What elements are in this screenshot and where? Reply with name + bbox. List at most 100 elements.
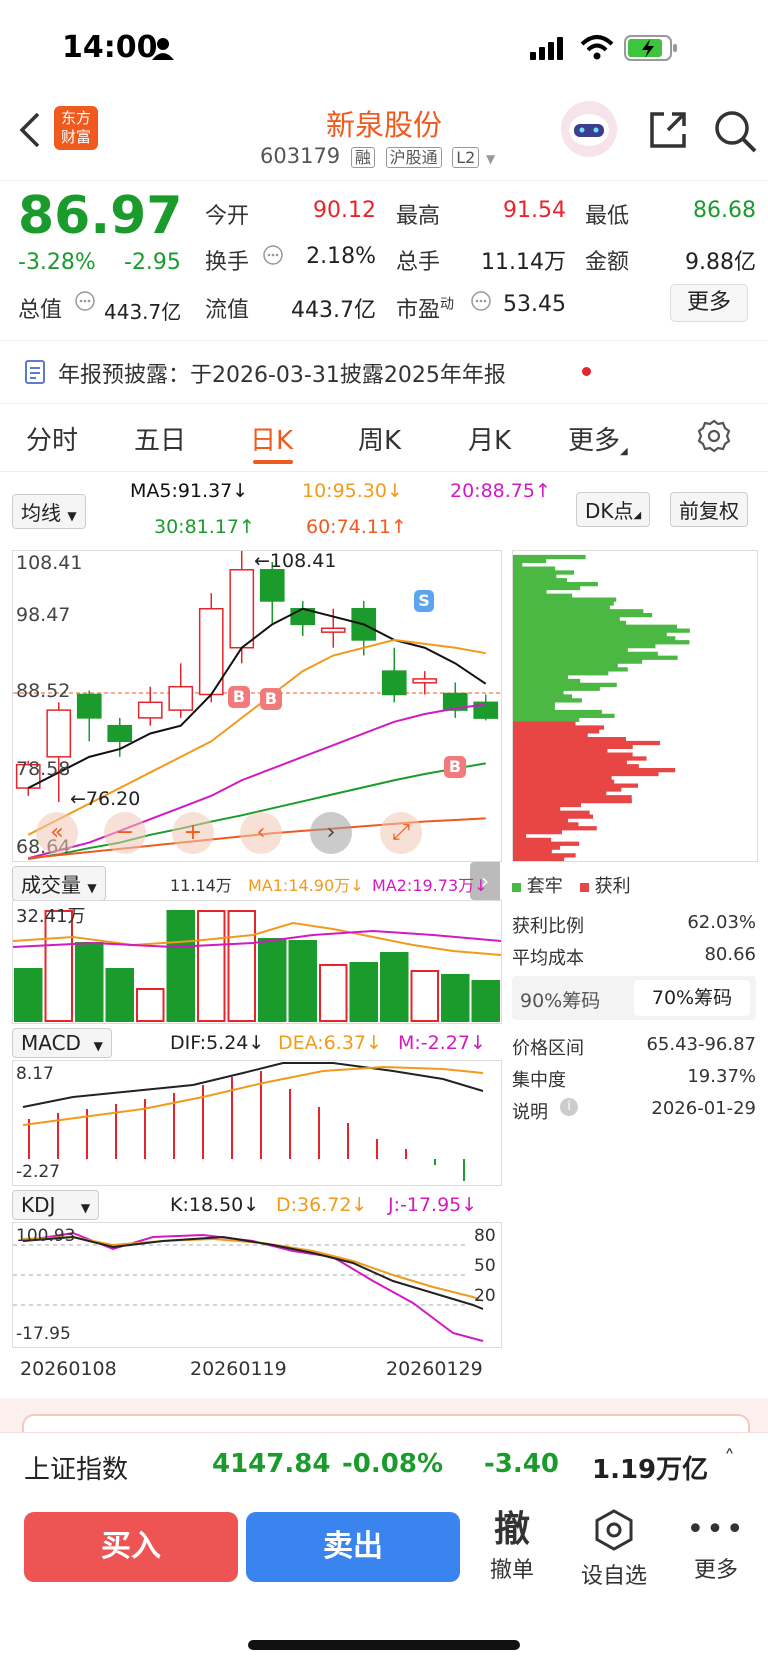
info-icon[interactable]: i [560, 1098, 578, 1116]
tab-intraday[interactable]: 分时 [26, 420, 78, 457]
chip-bar-profit [513, 791, 607, 796]
sell-button[interactable]: 卖出 [246, 1512, 460, 1582]
chip-bar-trapped [513, 558, 547, 564]
notice-text: 年报预披露：于2026-03-31披露2025年年报 [58, 363, 506, 388]
chip-bar-profit [513, 729, 600, 734]
kdj-select[interactable]: KDJ ▼ [12, 1190, 100, 1220]
tab-five-day[interactable]: 五日 [134, 420, 186, 457]
kdj-level-50: 50 [474, 1256, 496, 1276]
ma30-label: 30:81.17↑ [154, 516, 255, 538]
ma-select[interactable]: 均线 ▼ [12, 494, 86, 529]
search-icon[interactable] [712, 108, 758, 154]
chip-bar-trapped [513, 613, 653, 618]
share-icon[interactable] [646, 108, 690, 152]
notice-bar[interactable]: 年报预披露：于2026-03-31披露2025年年报 [0, 340, 768, 404]
chip-bar-trapped [513, 597, 617, 602]
chip-bar-profit [513, 768, 676, 773]
volume-bar [75, 942, 104, 1022]
tab-more[interactable]: 更多◢ [568, 420, 628, 457]
buy-marker[interactable]: B [228, 686, 250, 708]
profit-ratio-label: 获利比例 [512, 916, 584, 937]
settings-icon[interactable] [696, 418, 732, 454]
add-watchlist-button[interactable]: 设自选 [574, 1508, 654, 1590]
cancel-order-button[interactable]: 撤 撤单 [472, 1508, 552, 1584]
chip-bar-trapped [513, 706, 555, 711]
kline-candle [46, 709, 72, 758]
chip-bar-trapped [513, 651, 658, 657]
sell-marker[interactable]: S [414, 590, 434, 612]
chip-bar-trapped [513, 713, 615, 719]
buy-marker[interactable]: B [444, 756, 466, 778]
stock-code-row[interactable]: 603179 融 沪股通 L2 ▼ [260, 144, 495, 168]
dk-point-select[interactable]: DK点◢ [576, 492, 651, 527]
chip-bar-trapped [513, 640, 690, 645]
kdj-chart[interactable] [12, 1222, 502, 1348]
concentration-label: 集中度 [512, 1070, 566, 1091]
scroll-right-icon[interactable]: › [310, 812, 352, 854]
zoom-out-icon[interactable]: − [104, 812, 146, 854]
volume-select[interactable]: 成交量 ▼ [12, 866, 106, 901]
chip-tab-90[interactable]: 90%筹码 [520, 986, 600, 1013]
buy-button[interactable]: 买入 [24, 1512, 238, 1582]
chevron-up-icon[interactable]: ˄ [724, 1447, 735, 1472]
zoom-in-icon[interactable]: + [172, 812, 214, 854]
adjust-button[interactable]: 前复权 [670, 492, 748, 527]
chip-bar-profit [513, 737, 627, 742]
tag-margin: 融 [350, 147, 375, 168]
more-actions-button[interactable]: ••• 更多 [676, 1508, 756, 1584]
date-label-end: 20260129 [386, 1358, 483, 1380]
volume-value: 11.14万 [481, 250, 566, 275]
pe-label-sup: 动 [440, 296, 455, 313]
quote-more-button[interactable]: 更多 [670, 284, 748, 322]
pe-value: 53.45 [503, 292, 566, 317]
open-value: 90.12 [313, 198, 376, 223]
chip-legend: 套牢 获利 [512, 872, 631, 898]
tab-monthly-k[interactable]: 月K [468, 420, 511, 457]
tab-daily-k[interactable]: 日K [250, 420, 293, 457]
kline-min-value: 76.20 [85, 788, 141, 810]
kdj-level-20: 20 [474, 1286, 496, 1306]
index-bar[interactable]: 上证指数 4147.84 -0.08% -3.40 1.19万亿 ˄ [0, 1432, 768, 1499]
chip-bar-profit [513, 733, 588, 738]
volume-bar [227, 910, 256, 1022]
chip-bar-trapped [513, 659, 643, 664]
chip-tab-70[interactable]: 70%筹码 [634, 980, 750, 1016]
index-name: 上证指数 [24, 1455, 129, 1485]
kline-candle [107, 724, 133, 743]
home-indicator [248, 1640, 520, 1650]
chip-bar-trapped [513, 678, 581, 684]
dropdown-arrow-icon: ▼ [80, 1201, 91, 1215]
volume-bar [14, 968, 43, 1022]
macd-chart[interactable] [12, 1060, 502, 1186]
chip-bar-profit [513, 826, 597, 831]
chip-bar-trapped [513, 562, 523, 567]
concentration-value: 19.37% [687, 1066, 756, 1087]
info-dots-icon[interactable] [74, 290, 96, 312]
fullscreen-icon[interactable]: ⤢ [380, 812, 422, 854]
chip-bar-profit [513, 857, 565, 861]
chip-bar-trapped [513, 566, 556, 571]
chip-bar-trapped [513, 578, 568, 583]
buy-marker[interactable]: B [260, 688, 282, 710]
chip-bar-trapped [513, 671, 609, 676]
info-dots-icon[interactable] [262, 244, 284, 266]
total-value-label: 总值 [18, 298, 63, 323]
turnover-value: 2.18% [306, 244, 376, 269]
chip-bar-profit [513, 775, 612, 781]
person-icon [152, 38, 174, 60]
scroll-left-fast-icon[interactable]: « [36, 812, 78, 854]
signal-icon [530, 37, 563, 60]
cancel-icon: 撤 [493, 1509, 530, 1550]
index-change: -3.40 [484, 1449, 559, 1479]
scroll-left-icon[interactable]: ‹ [240, 812, 282, 854]
kdj-y-bottom: -17.95 [16, 1324, 71, 1344]
kline-candle [412, 678, 438, 684]
macd-select[interactable]: MACD ▼ [12, 1028, 112, 1058]
macd-dif: DIF:5.24↓ [170, 1032, 265, 1054]
tab-weekly-k[interactable]: 周K [358, 420, 401, 457]
chip-distribution-chart [512, 550, 758, 862]
chip-bar-profit [513, 787, 622, 792]
volume-bar [288, 940, 317, 1022]
info-dots-icon[interactable] [470, 290, 492, 312]
robot-assistant-icon[interactable] [560, 100, 618, 158]
